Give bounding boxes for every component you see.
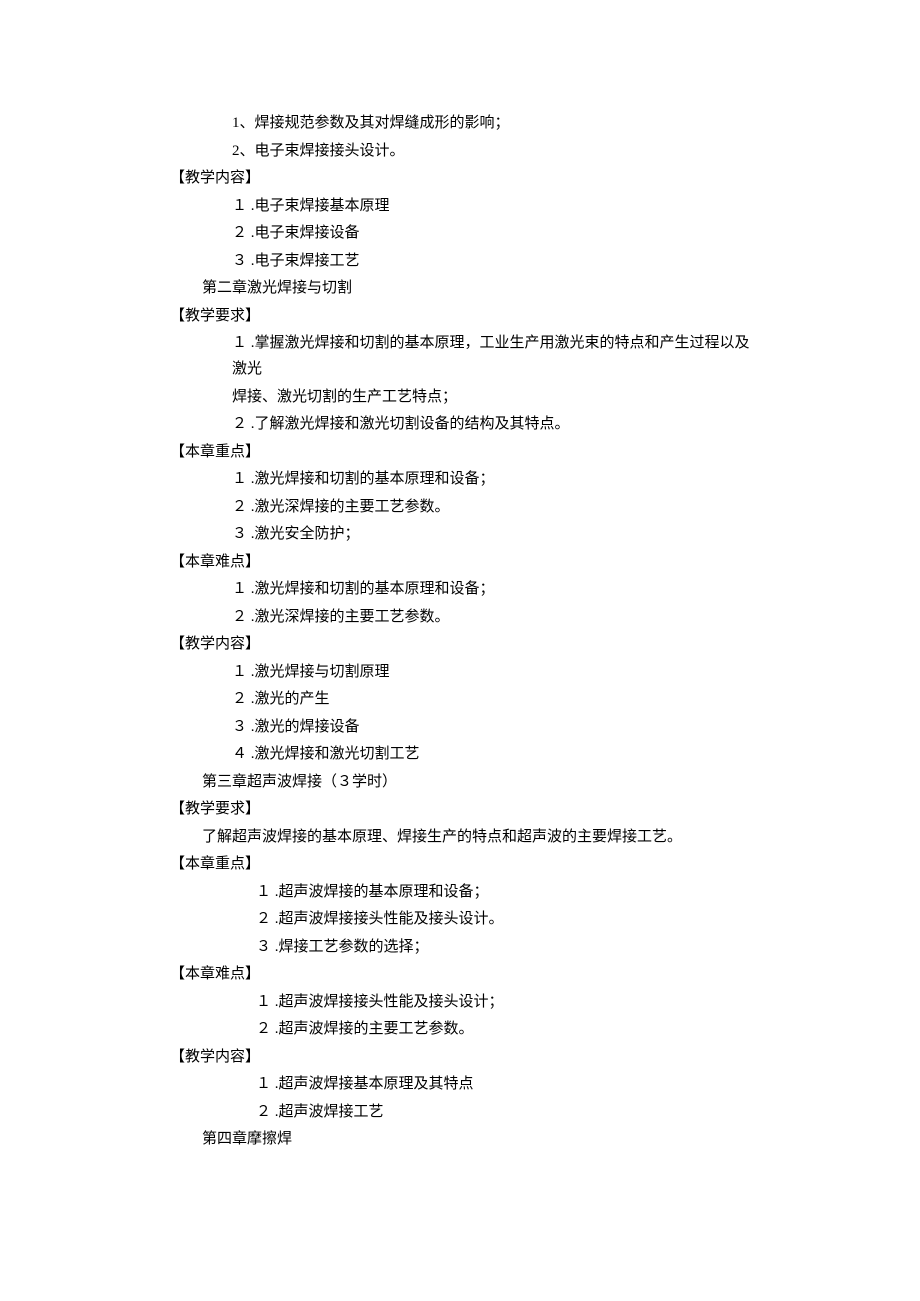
text-line: 【教学要求】 — [170, 796, 760, 822]
text-line: 焊接、激光切割的生产工艺特点； — [170, 384, 760, 410]
text-line: 第三章超声波焊接（３学时） — [170, 769, 760, 795]
text-line: 【本章重点】 — [170, 851, 760, 877]
text-line: ２ .激光深焊接的主要工艺参数。 — [170, 604, 760, 630]
text-line: 第四章摩擦焊 — [170, 1126, 760, 1152]
text-line: 【教学内容】 — [170, 631, 760, 657]
text-line: １ .超声波焊接基本原理及其特点 — [170, 1071, 760, 1097]
text-line: 【本章难点】 — [170, 549, 760, 575]
text-line: 【教学要求】 — [170, 303, 760, 329]
text-line: ２ .超声波焊接工艺 — [170, 1099, 760, 1125]
text-line: １ .激光焊接与切割原理 — [170, 659, 760, 685]
text-line: 【教学内容】 — [170, 165, 760, 191]
text-line: ３ .焊接工艺参数的选择； — [170, 934, 760, 960]
text-line: ３ .激光安全防护； — [170, 521, 760, 547]
text-line: ２ .激光的产生 — [170, 686, 760, 712]
text-line: １ .超声波焊接接头性能及接头设计； — [170, 989, 760, 1015]
text-line: ２ .电子束焊接设备 — [170, 220, 760, 246]
text-line: ３ .激光的焊接设备 — [170, 714, 760, 740]
text-line: ２ .超声波焊接接头性能及接头设计。 — [170, 906, 760, 932]
text-line: ２ .超声波焊接的主要工艺参数。 — [170, 1016, 760, 1042]
text-line: １ .电子束焊接基本原理 — [170, 193, 760, 219]
text-line: ４ .激光焊接和激光切割工艺 — [170, 741, 760, 767]
text-line: 【本章难点】 — [170, 961, 760, 987]
text-line: 第二章激光焊接与切割 — [170, 275, 760, 301]
text-line: ２ .了解激光焊接和激光切割设备的结构及其特点。 — [170, 411, 760, 437]
text-line: １ .掌握激光焊接和切割的基本原理，工业生产用激光束的特点和产生过程以及激光 — [170, 330, 760, 382]
document-page: 1、焊接规范参数及其对焊缝成形的影响；2、电子束焊接接头设计。【教学内容】１ .… — [0, 0, 920, 1214]
text-line: ３ .电子束焊接工艺 — [170, 248, 760, 274]
text-line: １ .激光焊接和切割的基本原理和设备； — [170, 466, 760, 492]
text-line: １ .激光焊接和切割的基本原理和设备； — [170, 576, 760, 602]
text-line: 2、电子束焊接接头设计。 — [170, 138, 760, 164]
text-line: 【本章重点】 — [170, 439, 760, 465]
text-line: ２ .激光深焊接的主要工艺参数。 — [170, 494, 760, 520]
text-line: 了解超声波焊接的基本原理、焊接生产的特点和超声波的主要焊接工艺。 — [170, 824, 760, 850]
text-line: 【教学内容】 — [170, 1044, 760, 1070]
text-line: 1、焊接规范参数及其对焊缝成形的影响； — [170, 110, 760, 136]
text-line: １ .超声波焊接的基本原理和设备； — [170, 879, 760, 905]
